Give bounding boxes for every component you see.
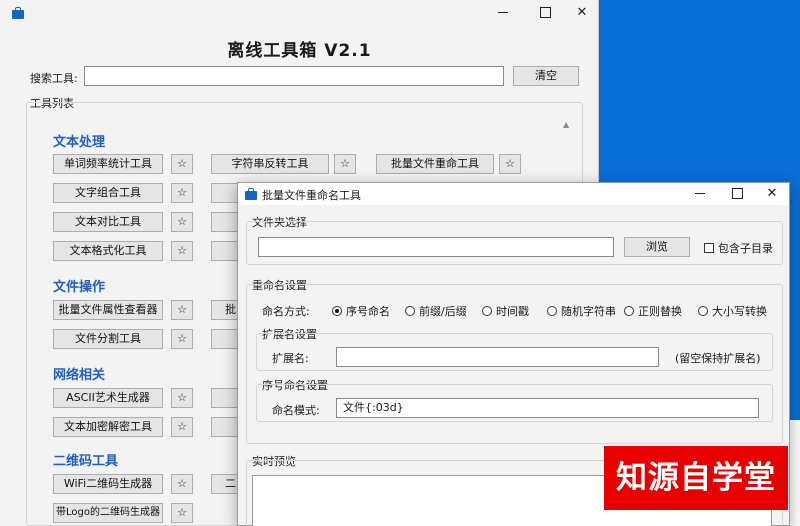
search-label: 搜索工具: bbox=[30, 72, 78, 85]
app-bag-icon bbox=[12, 7, 24, 19]
method-label: 命名方式: bbox=[262, 305, 310, 318]
tool-string-reverse[interactable]: 字符串反转工具 bbox=[211, 154, 329, 174]
section-title-text: 文本处理 bbox=[53, 135, 106, 150]
pattern-label: 命名模式: bbox=[272, 404, 320, 417]
clear-button[interactable]: 清空 bbox=[513, 66, 579, 86]
tool-word-frequency[interactable]: 单词频率统计工具 bbox=[53, 154, 163, 174]
scroll-up-icon[interactable]: ▲ bbox=[563, 120, 569, 129]
favorite-star-icon[interactable]: ☆ bbox=[171, 183, 193, 203]
favorite-star-icon[interactable]: ☆ bbox=[171, 329, 193, 349]
radio-icon bbox=[405, 306, 415, 316]
search-input[interactable] bbox=[84, 66, 504, 86]
favorite-star-icon[interactable]: ☆ bbox=[171, 503, 193, 523]
favorite-star-icon[interactable]: ☆ bbox=[499, 154, 521, 174]
include-subdirs-checkbox[interactable]: 包含子目录 bbox=[704, 240, 773, 256]
dialog-title: 批量文件重命名工具 bbox=[262, 189, 361, 202]
tool-ascii-art[interactable]: ASCII艺术生成器 bbox=[53, 388, 163, 408]
radio-sequence[interactable]: 序号命名 bbox=[332, 303, 390, 319]
radio-timestamp[interactable]: 时间戳 bbox=[482, 303, 529, 319]
favorite-star-icon[interactable]: ☆ bbox=[171, 212, 193, 232]
close-icon[interactable]: ✕ bbox=[562, 0, 602, 26]
tool-text-format[interactable]: 文本格式化工具 bbox=[53, 241, 163, 261]
tool-file-attr-viewer[interactable]: 批量文件属性查看器 bbox=[53, 300, 163, 320]
radio-selected-icon bbox=[332, 306, 342, 316]
radio-case-convert[interactable]: 大小写转换 bbox=[698, 303, 767, 319]
tool-text-compare[interactable]: 文本对比工具 bbox=[53, 212, 163, 232]
ext-label: 扩展名: bbox=[272, 352, 309, 365]
close-icon[interactable]: ✕ bbox=[754, 183, 790, 205]
watermark-logo: 知源自学堂 bbox=[604, 446, 788, 510]
minimize-icon[interactable] bbox=[483, 0, 523, 26]
tool-logo-qr[interactable]: 带Logo的二维码生成器 bbox=[53, 503, 163, 523]
radio-random-string[interactable]: 随机字符串 bbox=[547, 303, 616, 319]
section-title-network: 网络相关 bbox=[53, 368, 106, 383]
main-titlebar: ✕ bbox=[0, 0, 598, 28]
minimize-icon[interactable] bbox=[682, 183, 718, 205]
include-subdirs-label: 包含子目录 bbox=[718, 242, 773, 255]
radio-regex-replace[interactable]: 正则替换 bbox=[624, 303, 682, 319]
radio-icon bbox=[624, 306, 634, 316]
folder-path-input[interactable] bbox=[258, 237, 614, 257]
app-bag-icon bbox=[245, 188, 257, 200]
ext-input[interactable] bbox=[336, 347, 659, 367]
favorite-star-icon[interactable]: ☆ bbox=[171, 388, 193, 408]
section-title-file: 文件操作 bbox=[53, 280, 106, 295]
pattern-input[interactable]: 文件{:03d} bbox=[336, 398, 759, 418]
ext-hint: (留空保持扩展名) bbox=[675, 352, 761, 365]
tool-batch-rename[interactable]: 批量文件重命工具 bbox=[376, 154, 494, 174]
maximize-icon[interactable] bbox=[525, 0, 565, 26]
browse-button[interactable]: 浏览 bbox=[624, 237, 690, 257]
tool-text-encrypt[interactable]: 文本加密解密工具 bbox=[53, 417, 163, 437]
checkbox-icon bbox=[704, 243, 714, 253]
radio-icon bbox=[547, 306, 557, 316]
favorite-star-icon[interactable]: ☆ bbox=[171, 474, 193, 494]
favorite-star-icon[interactable]: ☆ bbox=[171, 154, 193, 174]
favorite-star-icon[interactable]: ☆ bbox=[171, 241, 193, 261]
maximize-icon[interactable] bbox=[719, 183, 755, 205]
radio-icon bbox=[482, 306, 492, 316]
tool-file-split[interactable]: 文件分割工具 bbox=[53, 329, 163, 349]
app-title: 离线工具箱 V2.1 bbox=[227, 41, 372, 61]
radio-prefix-suffix[interactable]: 前缀/后缀 bbox=[405, 303, 467, 319]
favorite-star-icon[interactable]: ☆ bbox=[171, 300, 193, 320]
section-title-qr: 二维码工具 bbox=[53, 454, 119, 469]
radio-icon bbox=[698, 306, 708, 316]
favorite-star-icon[interactable]: ☆ bbox=[334, 154, 356, 174]
favorite-star-icon[interactable]: ☆ bbox=[171, 417, 193, 437]
tool-wifi-qr[interactable]: WiFi二维码生成器 bbox=[53, 474, 163, 494]
tool-text-combine[interactable]: 文字组合工具 bbox=[53, 183, 163, 203]
dialog-titlebar: 批量文件重命名工具 ✕ bbox=[238, 183, 789, 205]
